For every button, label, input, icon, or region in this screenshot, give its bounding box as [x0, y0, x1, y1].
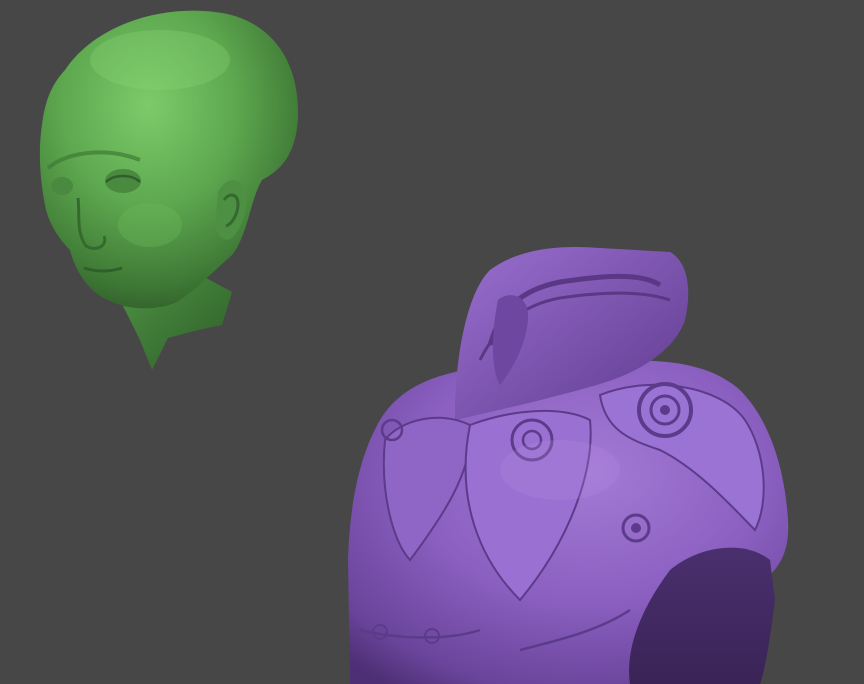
alien-head-model[interactable] [39, 10, 299, 370]
head-eye-left [51, 177, 73, 195]
viewport-canvas[interactable] [0, 0, 864, 684]
sculpt-viewport[interactable] [0, 0, 864, 684]
armored-torso-model[interactable] [348, 247, 789, 684]
head-eye-right [105, 169, 141, 193]
